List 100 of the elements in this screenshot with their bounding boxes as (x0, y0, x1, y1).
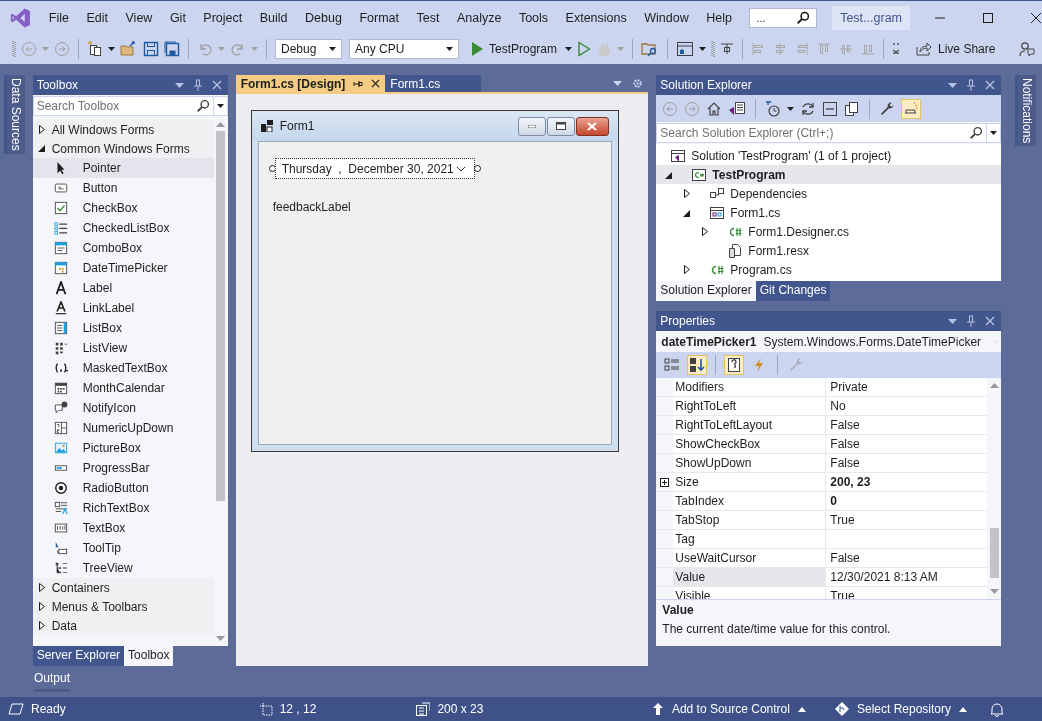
property-name[interactable]: Tag (673, 530, 827, 548)
menu-item[interactable]: Git (161, 6, 194, 29)
document-tab[interactable]: Form1.cs (385, 75, 482, 92)
overflow-icon[interactable] (892, 41, 901, 57)
preview-toggle[interactable] (901, 98, 922, 119)
property-value[interactable]: 200, 23 (826, 473, 988, 491)
menu-item[interactable]: Format (351, 6, 407, 29)
resize-handle[interactable] (473, 165, 481, 172)
search-field[interactable]: Search Solution Explorer (Ctrl+;) (656, 123, 1002, 143)
toolbox-item[interactable]: DateTimePicker (32, 258, 214, 278)
panel-tab[interactable]: Server Explorer (32, 646, 125, 666)
property-name[interactable]: Modifiers (673, 378, 827, 396)
menu-item[interactable]: Build (251, 6, 296, 29)
object-selector[interactable]: dateTimePicker1 System.Windows.Forms.DateTimePicker (656, 331, 1002, 352)
tree-item[interactable]: Form1.Designer.cs (656, 222, 1002, 241)
toolbox-item[interactable]: RadioButton (32, 478, 214, 498)
document-tab[interactable]: Form1.cs [Design] (235, 75, 386, 92)
property-name[interactable]: TabStop (673, 511, 827, 529)
panel-tab[interactable]: Solution Explorer (656, 281, 756, 301)
dropdown-icon[interactable] (948, 318, 958, 324)
select-repository-button[interactable]: Select Repository (828, 702, 973, 716)
tree-item[interactable]: TestProgram (656, 165, 1002, 184)
toolbox-group[interactable]: Common Windows Forms (32, 139, 214, 158)
menu-item[interactable]: Edit (78, 6, 116, 29)
configuration-dropdown[interactable]: Debug (275, 39, 342, 59)
toolbox-item[interactable]: NumericUpDown (32, 418, 214, 438)
platform-dropdown[interactable]: Any CPU (349, 39, 459, 59)
property-name[interactable]: Size (673, 473, 827, 491)
maximize-button[interactable] (546, 116, 575, 136)
toolbox-item[interactable]: ListBox (32, 318, 214, 338)
search-field[interactable]: Search Toolbox (33, 99, 196, 113)
clock-icon[interactable] (765, 100, 782, 117)
menu-item[interactable]: Window (636, 6, 697, 29)
center-align-icon[interactable] (720, 42, 735, 56)
toolbox-item[interactable]: ProgressBar (32, 458, 214, 478)
toolbox-item[interactable]: LinkLabel (32, 298, 214, 318)
menu-item[interactable]: View (117, 6, 161, 29)
toolbox-item[interactable]: TextBox (32, 518, 214, 538)
property-name[interactable]: TabIndex (673, 492, 827, 510)
search-field[interactable]: Search Solution Explorer (Ctrl+;) (657, 126, 970, 140)
property-name[interactable]: UseWaitCursor (673, 549, 827, 567)
toolbox-item[interactable]: PictureBox (32, 438, 214, 458)
feedback-icon[interactable] (1019, 41, 1036, 57)
property-value[interactable]: Private (826, 378, 988, 396)
scroll-up-icon[interactable] (216, 122, 226, 127)
pin-icon[interactable] (353, 78, 364, 89)
toolbox-group[interactable]: Containers (32, 578, 214, 597)
toolbar-button[interactable] (687, 355, 708, 375)
window-icon[interactable] (676, 41, 695, 57)
collapse-all-icon[interactable] (822, 100, 839, 117)
property-name[interactable]: ShowCheckBox (673, 435, 827, 453)
tree-item[interactable]: Form1.resx (656, 241, 1002, 260)
start-button[interactable]: TestProgram (468, 40, 561, 58)
toolbox-item[interactable]: ListView (32, 338, 214, 358)
toolbox-item[interactable]: ToolTip (32, 538, 214, 558)
toolbar-button[interactable] (724, 355, 745, 375)
property-name[interactable]: ShowUpDown (673, 454, 827, 472)
toolbox-item[interactable]: RichTextBox (32, 498, 214, 518)
toolbox-item[interactable]: CheckedListBox (32, 218, 214, 238)
dropdown-icon[interactable] (948, 82, 958, 88)
close-icon[interactable] (371, 79, 381, 88)
new-project-icon[interactable] (87, 41, 103, 57)
scroll-thumb[interactable] (216, 131, 226, 501)
scroll-down-icon[interactable] (989, 589, 999, 594)
date-picker[interactable]: Thursday , December 30, 2021 (274, 158, 475, 179)
wrench-icon[interactable] (879, 100, 896, 117)
tree-item[interactable]: Program.cs (656, 260, 1002, 279)
form-window[interactable]: Form1 Thursday , December 30, 2021 feedbackLabel (250, 110, 619, 452)
home-icon[interactable] (706, 100, 723, 117)
save-all-icon[interactable] (164, 41, 180, 57)
close-icon[interactable] (1030, 11, 1042, 24)
toolbox-item[interactable]: TreeView (32, 558, 214, 578)
property-name[interactable]: RightToLeftLayout (673, 416, 827, 434)
menu-item[interactable]: Test (408, 6, 448, 29)
property-value[interactable]: False (826, 416, 988, 434)
property-value[interactable]: False (826, 454, 988, 472)
side-tab[interactable]: Notifications (1014, 75, 1036, 147)
toolbox-item[interactable]: MaskedTextBox (32, 358, 214, 378)
menu-item[interactable]: Help (698, 6, 740, 29)
toolbox-group[interactable]: Menus & Toolbars (32, 597, 214, 616)
property-value[interactable]: 12/30/2021 8:13 AM (826, 568, 988, 586)
side-tab[interactable]: Data Sources (4, 75, 26, 154)
panel-tab[interactable]: Toolbox (124, 646, 174, 666)
live-share-button[interactable]: Live Share (913, 40, 999, 58)
toolbox-item[interactable]: MonthCalendar (32, 378, 214, 398)
output-tab[interactable]: Output (34, 666, 71, 692)
bell-icon[interactable] (990, 701, 1004, 717)
toolbox-item[interactable]: Pointer (32, 158, 214, 178)
property-value[interactable]: False (826, 435, 988, 453)
toolbox-group[interactable]: All Windows Forms (32, 120, 214, 139)
tree-item[interactable]: Solution 'TestProgram' (1 of 1 project) (656, 146, 1002, 165)
menu-item[interactable]: Tools (510, 6, 557, 29)
search-field[interactable]: Search Toolbox (32, 96, 228, 116)
scroll-down-icon[interactable] (216, 636, 226, 641)
toolbox-item[interactable]: CheckBox (32, 198, 214, 218)
refresh-icon[interactable] (800, 100, 817, 117)
maximize-icon[interactable] (982, 11, 994, 24)
scroll-up-icon[interactable] (989, 383, 999, 388)
save-icon[interactable] (143, 41, 159, 57)
expand-icon[interactable] (660, 477, 670, 487)
